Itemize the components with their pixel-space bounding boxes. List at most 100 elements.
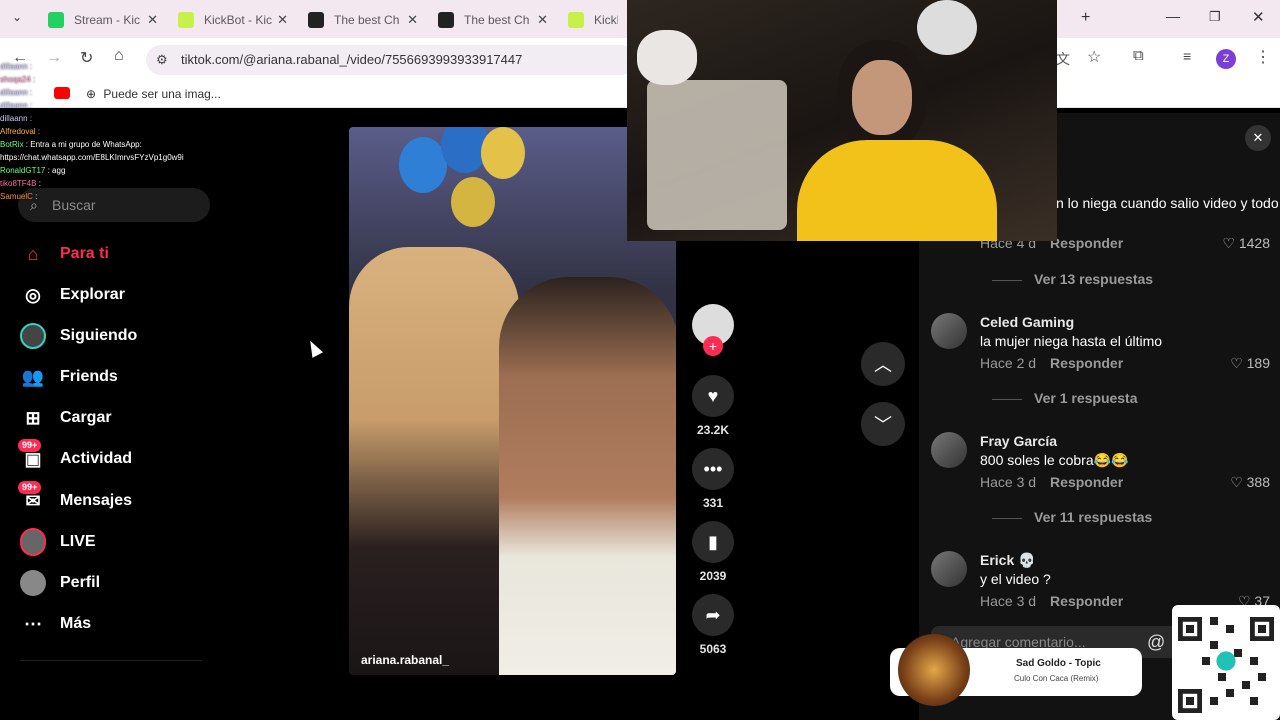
comment-text: 800 soles le cobra😂😂 (980, 452, 1129, 468)
inbox-icon: ▣ 99+ (18, 439, 46, 472)
album-art-image (898, 634, 970, 706)
sidebar-item-explorar[interactable]: ◎ Explorar (20, 279, 125, 311)
now-playing-widget: Sad Goldo - Topic Culo Con Caca (Remix) (890, 634, 1142, 706)
compass-icon: ◎ (25, 284, 41, 305)
browser-tab-5[interactable]: KickBot (558, 6, 628, 34)
sidebar-item-mas[interactable]: ⋯ Más (20, 608, 91, 640)
more-icon: ⋯ (24, 613, 42, 634)
comment-meta: Hace 2 d Responder (980, 355, 1124, 371)
comment-meta: Hace 3 d Responder (980, 474, 1124, 490)
upload-icon: ⊞ (25, 407, 41, 428)
mention-icon[interactable]: @ (1147, 632, 1165, 653)
friends-icon: 👥 (21, 366, 45, 387)
heart-icon: ♥ (692, 375, 734, 417)
close-tab-icon[interactable]: ✕ (407, 12, 418, 28)
commenter-name[interactable]: Celed Gaming (980, 314, 1074, 330)
sidebar-item-cargar[interactable]: ⊞ Cargar (20, 402, 111, 434)
comment-meta: Hace 3 d Responder (980, 593, 1124, 609)
minimize-icon[interactable]: — (1166, 8, 1180, 24)
sidebar-item-siguiendo[interactable]: Siguiendo (20, 320, 137, 352)
message-icon: ✉ 99+ (18, 481, 46, 514)
heart-outline-icon: ♡ (1230, 474, 1243, 490)
author-avatar[interactable]: + (692, 304, 734, 356)
close-comments-button[interactable]: ✕ (1245, 125, 1271, 151)
extensions-icon[interactable]: ⧉ (1133, 47, 1144, 64)
bot-favicon-icon (438, 12, 454, 28)
kickbot-favicon-icon (178, 12, 194, 28)
heart-outline-icon: ♡ (1222, 235, 1235, 251)
chevron-down-icon: ﹀ (874, 415, 892, 435)
video-author-handle[interactable]: ariana.rabanal_ (361, 653, 449, 667)
close-tab-icon[interactable]: ✕ (277, 12, 288, 28)
url-input[interactable]: ⚙ tiktok.com/@ariana.rabanal_/video/7556… (146, 45, 636, 75)
media-control-icon[interactable]: ≡ (1183, 48, 1191, 64)
reply-link[interactable]: Responder (1050, 355, 1123, 371)
close-tab-icon[interactable]: ✕ (147, 12, 158, 28)
comment-text: la mujer niega hasta el último (980, 333, 1163, 349)
stream-chat-overlay: dillaann : shoqa24 : dillaann : dillaann… (0, 60, 200, 203)
comment-text: y el video ? (980, 571, 1051, 587)
chat-message: dillaann : (0, 88, 33, 97)
browser-tab-2[interactable]: KickBot - Kic ✕ (168, 6, 296, 34)
profile-avatar[interactable]: Z (1216, 49, 1236, 69)
view-replies-button[interactable]: Ver 13 respuestas (992, 271, 1153, 287)
chat-message: BotRix : Entra a mi grupo de WhatsApp: (0, 140, 142, 149)
profile-avatar-icon (20, 570, 46, 596)
sidebar-item-perfil[interactable]: Perfil (20, 567, 100, 599)
browser-menu-icon[interactable]: ⋮ (1255, 47, 1271, 67)
like-button[interactable]: ♥ 23.2K (692, 375, 734, 437)
comment-like-button[interactable]: ♡ 388 (1230, 474, 1270, 491)
save-button[interactable]: ▮ 2039 (692, 521, 734, 583)
comment-button[interactable]: ••• 331 (692, 448, 734, 510)
translate-icon[interactable]: 文 (1056, 49, 1070, 69)
commenter-avatar[interactable] (931, 313, 967, 349)
sidebar-item-para-ti[interactable]: ⌂ Para ti (20, 238, 109, 270)
view-replies-button[interactable]: Ver 1 respuesta (992, 390, 1138, 406)
woman-figure-image (349, 247, 519, 675)
previous-video-button[interactable]: ︿ (861, 342, 905, 386)
notification-badge: 99+ (18, 439, 42, 452)
browser-tab-1[interactable]: Stream - Kic ✕ (38, 6, 166, 34)
sidebar-item-live[interactable]: LIVE (20, 526, 96, 558)
sidebar-item-actividad[interactable]: ▣ 99+ Actividad (18, 439, 132, 475)
commenter-name[interactable]: Fray García (980, 433, 1057, 449)
reply-link[interactable]: Responder (1050, 235, 1123, 251)
view-replies-button[interactable]: Ver 11 respuestas (992, 509, 1152, 525)
follow-plus-icon[interactable]: + (703, 336, 723, 356)
comment-icon: ••• (692, 448, 734, 490)
kickbot-favicon-icon (568, 12, 584, 28)
comment-like-button[interactable]: ♡ 189 (1230, 355, 1270, 372)
kick-favicon-icon (48, 12, 64, 28)
now-playing-subtitle: Culo Con Caca (Remix) (1014, 674, 1099, 683)
browser-tab-4[interactable]: The best Ch ✕ (428, 6, 556, 34)
chat-message: RonaldGT17 : agg (0, 166, 66, 175)
now-playing-title: Sad Goldo - Topic (1016, 658, 1101, 669)
following-avatar-icon (20, 323, 46, 349)
home-icon: ⌂ (27, 243, 39, 264)
sidebar-item-mensajes[interactable]: ✉ 99+ Mensajes (18, 481, 132, 517)
close-window-icon[interactable]: ✕ (1252, 8, 1265, 26)
comment-text: n lo niega cuando salio video y todo (1056, 195, 1279, 211)
maximize-icon[interactable]: ❐ (1209, 9, 1221, 25)
chat-message: https://chat.whatsapp.com/E8LKImrvsFYzVp… (0, 153, 184, 162)
browser-tab-3[interactable]: The best Ch ✕ (298, 6, 426, 34)
new-tab-icon[interactable]: + (1081, 9, 1090, 27)
reply-link[interactable]: Responder (1050, 593, 1123, 609)
bookmark-star-icon[interactable]: ☆ (1087, 47, 1101, 67)
share-button[interactable]: ➦ 5063 (692, 594, 734, 656)
share-icon: ➦ (692, 594, 734, 636)
bot-favicon-icon (308, 12, 324, 28)
close-tab-icon[interactable]: ✕ (537, 12, 548, 28)
notification-badge: 99+ (18, 481, 42, 494)
commenter-avatar[interactable] (931, 432, 967, 468)
reply-link[interactable]: Responder (1050, 474, 1123, 490)
commenter-avatar[interactable] (931, 551, 967, 587)
chat-message: dillaann : (0, 101, 33, 110)
next-video-button[interactable]: ﹀ (861, 402, 905, 446)
sidebar-item-friends[interactable]: 👥 Friends (20, 361, 118, 393)
commenter-name[interactable]: Erick 💀 (980, 552, 1036, 569)
tab-list-chevron-icon[interactable]: ⌄ (12, 10, 22, 24)
chat-message: tiko8TF4B : (0, 179, 41, 188)
comment-like-button[interactable]: ♡ 1428 (1222, 235, 1270, 252)
heart-outline-icon: ♡ (1230, 355, 1243, 371)
